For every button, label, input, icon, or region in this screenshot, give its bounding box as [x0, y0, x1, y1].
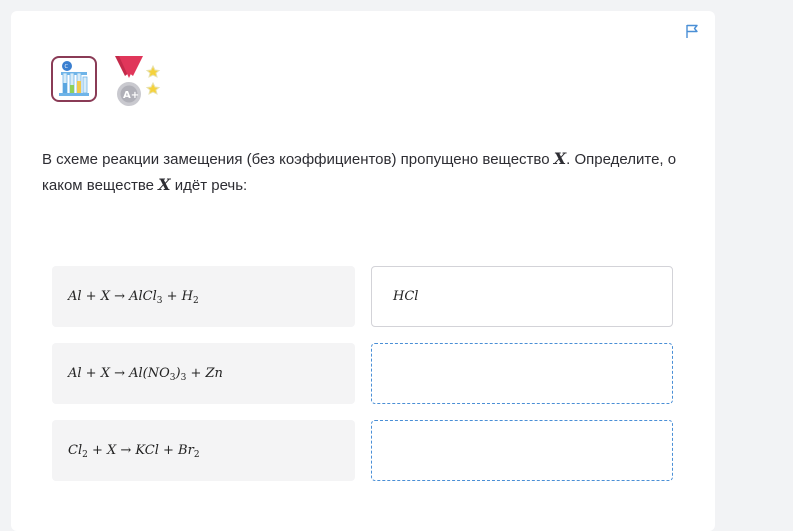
equation-row: Al + X → Al(NO3)3 + Zn: [52, 343, 355, 404]
lab-flasks-badge-icon: C: [51, 56, 97, 102]
question-text: В схеме реакции замещения (без коэффицие…: [42, 146, 702, 198]
flag-icon[interactable]: [684, 23, 700, 39]
reaction-equation: Al + X → Al(NO3)3 + Zn: [68, 343, 223, 404]
answer-drop-slot[interactable]: HCl: [371, 266, 673, 327]
question-part-1: В схеме реакции замещения (без коэффицие…: [42, 151, 554, 168]
medal-badge-icon: A+: [113, 56, 173, 108]
svg-text:C: C: [65, 64, 69, 70]
eq-part: Cl: [68, 443, 83, 458]
variable-x: X: [158, 175, 171, 194]
task-card: C A+ В схеме реакции замещения (без коэф…: [11, 11, 715, 531]
reaction-equation: Cl2 + X → KCl + Br2: [68, 420, 200, 481]
eq-subscript: 2: [193, 450, 200, 460]
equation-row: Al + X → AlCl3 + H2: [52, 266, 355, 327]
eq-part: Al + X → Al(NO: [68, 366, 170, 381]
answer-chip[interactable]: HCl: [393, 267, 418, 326]
eq-part: + Zn: [186, 366, 223, 381]
equation-row: Cl2 + X → KCl + Br2: [52, 420, 355, 481]
medal-text: A+: [123, 90, 139, 101]
eq-part: Al + X → AlCl: [68, 289, 157, 304]
eq-subscript: 2: [193, 296, 199, 306]
reaction-equation: Al + X → AlCl3 + H2: [68, 266, 199, 327]
eq-part: + X → KCl + Br: [87, 443, 194, 458]
question-part-3: идёт речь:: [170, 177, 248, 194]
variable-x: X: [553, 149, 567, 168]
eq-part: + H: [162, 289, 193, 304]
answer-drop-slot[interactable]: [371, 420, 673, 481]
answer-drop-slot[interactable]: [371, 343, 673, 404]
